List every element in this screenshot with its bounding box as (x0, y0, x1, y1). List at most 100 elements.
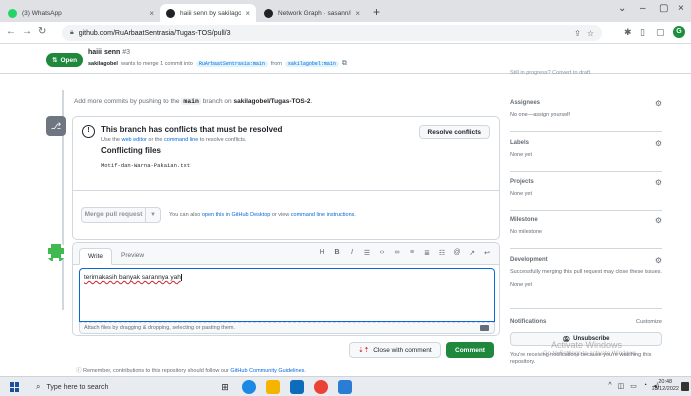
wifi-icon[interactable]: ◔ (643, 382, 647, 390)
taskbar-search[interactable]: ⌕ Type here to search (36, 379, 204, 395)
italic-icon[interactable]: I (348, 249, 356, 257)
heading-icon[interactable]: H (318, 249, 326, 257)
add-commits-repo[interactable]: sakilagobel/Tugas-TOS-2 (233, 98, 310, 105)
tab-title: haiii senn by sakilagobel · Pull Re (180, 9, 242, 17)
merge-pull-request-button[interactable]: Merge pull request ▼ (81, 207, 161, 223)
link-icon[interactable]: ∞ (393, 249, 401, 257)
minimize-icon[interactable]: – (640, 3, 646, 14)
mention-icon[interactable]: @ (453, 249, 461, 257)
quote-icon[interactable]: ☰ (363, 249, 371, 257)
bullet-list-icon[interactable]: ≡ (408, 249, 416, 257)
tab-network-graph[interactable]: Network Graph · sasann/Perubah × (258, 4, 366, 22)
conflict-desc-suffix: to resolve conflicts. (199, 137, 247, 143)
convert-to-draft-link[interactable]: Still in progress? Convert to draft (510, 70, 590, 76)
close-icon[interactable]: × (355, 9, 360, 18)
pr-author-link[interactable]: sakilagobel (88, 61, 118, 67)
search-placeholder: Type here to search (46, 383, 109, 391)
pr-subtitle: sakilagobel wants to merge 1 commit into… (88, 60, 347, 68)
sidebar-heading[interactable]: Projects ⚙ (510, 178, 662, 187)
gear-icon[interactable]: ⚙ (655, 256, 662, 265)
bookmark-star-icon[interactable]: ☆ (587, 29, 594, 38)
forward-arrow-icon[interactable]: → (22, 26, 32, 38)
resolve-conflicts-button[interactable]: Resolve conflicts (418, 125, 490, 139)
tab-whatsapp[interactable]: (3) WhatsApp × (2, 4, 160, 22)
sidebar-heading[interactable]: Milestone ⚙ (510, 216, 662, 225)
sidebar-development: Development ⚙ Successfully merging this p… (510, 256, 662, 309)
close-with-comment-button[interactable]: ⇣⇡ Close with comment (349, 342, 441, 358)
notification-icon[interactable] (681, 382, 689, 391)
chevron-down-icon[interactable]: ⌄ (618, 3, 626, 14)
git-merge-icon: ⎇ (46, 116, 66, 136)
chevron-up-icon[interactable]: ^ (608, 382, 611, 390)
add-commits-note: Add more commits by pushing to the main … (74, 98, 312, 105)
sidebar-heading[interactable]: Labels ⚙ (510, 139, 662, 148)
caret-down-icon[interactable]: ▼ (146, 212, 160, 218)
reading-list-icon[interactable]: ▢ (656, 27, 665, 38)
close-icon[interactable]: × (149, 9, 154, 18)
github-desktop-link[interactable]: open this in GitHub Desktop (202, 212, 270, 218)
share-icon[interactable]: ⇪ (574, 29, 581, 38)
extensions-icon[interactable]: ✱ (624, 27, 632, 38)
copy-icon[interactable]: ⧉ (342, 60, 347, 68)
gear-icon[interactable]: ⚙ (655, 216, 662, 225)
assignees-value[interactable]: No one—assign yourself (510, 112, 662, 119)
remember-suffix: . (304, 368, 306, 374)
new-tab-button[interactable]: + (373, 5, 380, 19)
code-icon[interactable]: ‹› (378, 249, 386, 257)
web-editor-link[interactable]: web editor (122, 137, 147, 143)
numbered-list-icon[interactable]: ≣ (423, 249, 431, 257)
task-view-icon[interactable]: ⊞ (218, 380, 232, 394)
issue-closed-icon: ⇣⇡ (358, 347, 370, 354)
merge-button-label: Merge pull request (82, 208, 146, 222)
head-branch-tag[interactable]: sakilagobel:main (284, 61, 339, 67)
profile-avatar[interactable]: G (673, 26, 685, 38)
back-arrow-icon[interactable]: ← (6, 26, 16, 38)
tab-pull-request[interactable]: haiii senn by sakilagobel · Pull Re × (160, 4, 256, 22)
windows-start-icon[interactable] (10, 382, 20, 392)
chrome-icon[interactable] (314, 380, 328, 394)
address-bar[interactable]: 🔒︎ github.com/RuArbaatSentrasia/Tugas-TO… (62, 25, 602, 41)
reload-icon[interactable]: ↻ (38, 26, 46, 38)
pr-wants-text: wants to merge 1 commit into (120, 61, 193, 67)
file-explorer-icon[interactable] (266, 380, 280, 394)
sidebar-heading[interactable]: Assignees ⚙ (510, 99, 662, 108)
photos-icon[interactable] (338, 380, 352, 394)
battery-icon[interactable]: ▭ (630, 382, 637, 390)
reply-arrow-icon[interactable]: ↩ (483, 249, 491, 257)
customize-link[interactable]: Customize (636, 319, 662, 325)
gear-icon[interactable]: ⚙ (655, 139, 662, 148)
tab-preview[interactable]: Preview (113, 248, 152, 265)
maximize-icon[interactable]: ▢ (659, 3, 668, 14)
command-line-link[interactable]: command line (164, 137, 198, 143)
sidepanel-icon[interactable]: ▯ (640, 27, 645, 38)
pr-from-text: from (270, 61, 282, 67)
lock-icon: 🔒︎ (70, 29, 74, 36)
edge-icon[interactable] (242, 380, 256, 394)
reference-icon[interactable]: ↗ (468, 249, 476, 257)
community-guidelines-link[interactable]: GitHub Community Guidelines (230, 368, 304, 374)
tab-write[interactable]: Write (79, 248, 113, 265)
pr-title: haiii senn #3 (88, 49, 130, 56)
comment-button[interactable]: Comment (446, 342, 494, 358)
bold-icon[interactable]: B (333, 249, 341, 257)
store-icon[interactable] (290, 380, 304, 394)
base-branch-tag[interactable]: RuArbaatSentrasia:main (195, 61, 268, 67)
task-list-icon[interactable]: ☷ (438, 249, 446, 257)
network-icon[interactable]: ◫ (618, 382, 625, 390)
comment-textarea[interactable]: terimakasih banyak sarannya yah (79, 268, 495, 322)
sidebar-heading[interactable]: Development ⚙ (510, 256, 662, 265)
system-clock[interactable]: 20:48 18/12/2022 (651, 379, 679, 393)
add-commits-mid: branch on (202, 98, 232, 105)
close-icon[interactable]: × (245, 9, 250, 18)
gear-icon[interactable]: ⚙ (655, 178, 662, 187)
markdown-icon[interactable] (480, 325, 489, 331)
conflict-desc-or: or the (148, 137, 163, 143)
gear-icon[interactable]: ⚙ (655, 99, 662, 108)
alert-icon: ! (82, 125, 95, 138)
attach-files-bar[interactable]: Attach files by dragging & dropping, sel… (79, 322, 495, 334)
tab-title: (3) WhatsApp (22, 9, 62, 17)
notifications-label: Notifications (510, 319, 547, 325)
avatar[interactable] (46, 242, 66, 262)
command-line-instructions-link[interactable]: command line instructions (291, 212, 355, 218)
window-close-icon[interactable]: × (678, 3, 684, 14)
